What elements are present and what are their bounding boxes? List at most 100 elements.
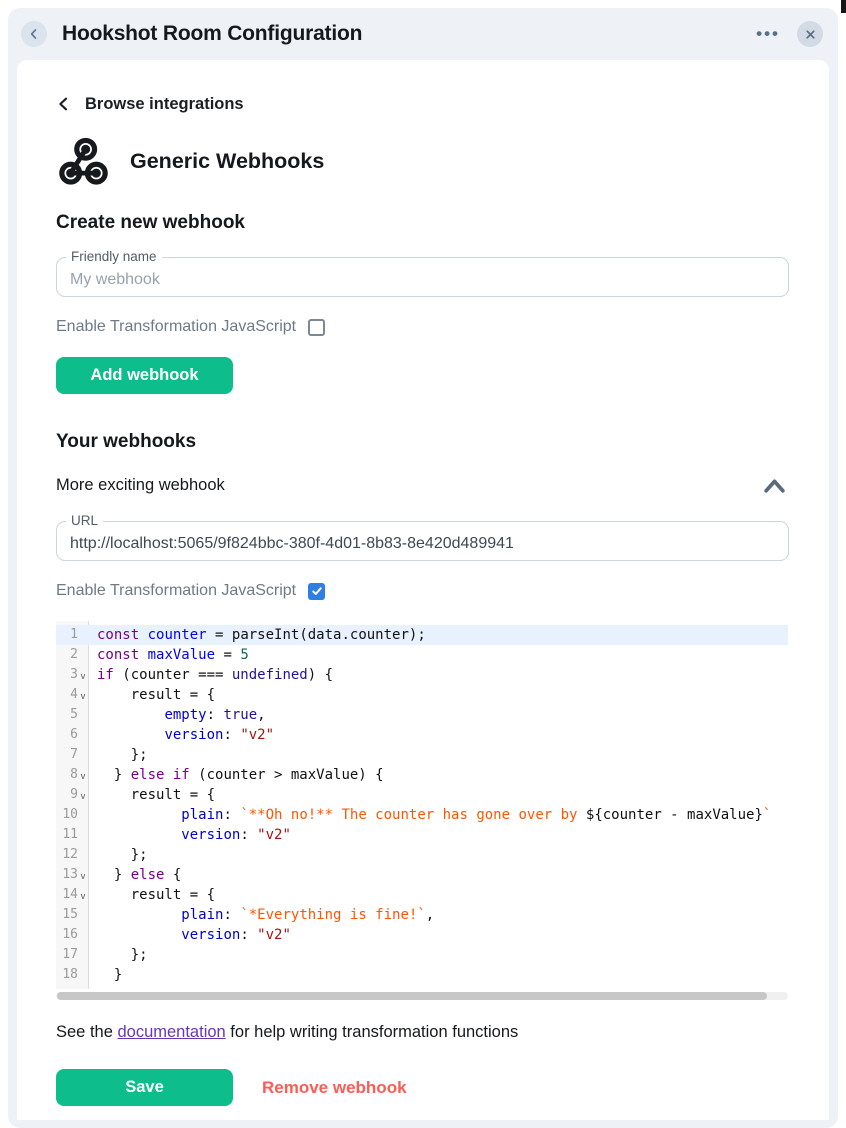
- enable-transform-label: Enable Transformation JavaScript: [56, 318, 296, 336]
- hookshot-config-modal: Hookshot Room Configuration ••• Browse i…: [8, 8, 838, 1128]
- code-editor-rows: 1const counter = parseInt(data.counter);…: [56, 625, 788, 985]
- code-line[interactable]: 14v result = {: [56, 885, 788, 905]
- browse-integrations-link[interactable]: Browse integrations: [56, 94, 244, 114]
- fold-toggle-icon[interactable]: v: [78, 785, 89, 805]
- code-line[interactable]: 2 const maxValue = 5: [56, 645, 788, 665]
- fold-toggle-icon[interactable]: v: [78, 685, 89, 705]
- fold-toggle-icon[interactable]: v: [78, 885, 89, 905]
- fold-gutter: [78, 925, 89, 945]
- code-text[interactable]: plain: `*Everything is fine!`,: [89, 905, 788, 925]
- create-webhook-title: Create new webhook: [56, 212, 789, 234]
- modal-close-button[interactable]: [797, 21, 823, 47]
- fold-gutter: [78, 725, 89, 745]
- overflow-menu-button[interactable]: •••: [756, 24, 780, 44]
- code-text[interactable]: version: "v2": [89, 925, 788, 945]
- fold-gutter: [78, 945, 89, 965]
- code-line[interactable]: 11 version: "v2": [56, 825, 788, 845]
- code-line[interactable]: 6 version: "v2": [56, 725, 788, 745]
- fold-gutter: [78, 965, 89, 985]
- fold-gutter: [78, 805, 89, 825]
- fold-toggle-icon[interactable]: v: [78, 865, 89, 885]
- line-number: 13: [56, 865, 78, 885]
- code-line[interactable]: 13v } else {: [56, 865, 788, 885]
- code-line[interactable]: 12 };: [56, 845, 788, 865]
- enable-transform-checkbox-existing[interactable]: [308, 583, 325, 600]
- code-line[interactable]: 18 }: [56, 965, 788, 985]
- code-text[interactable]: if (counter === undefined) {: [89, 665, 788, 685]
- modal-header: Hookshot Room Configuration •••: [8, 8, 838, 60]
- line-number: 6: [56, 725, 78, 745]
- enable-transform-checkbox[interactable]: [308, 319, 325, 336]
- modal-back-button[interactable]: [21, 21, 47, 47]
- code-text[interactable]: };: [89, 745, 788, 765]
- integration-header: Generic Webhooks: [56, 135, 789, 187]
- code-line[interactable]: 9v result = {: [56, 785, 788, 805]
- code-text[interactable]: const maxValue = 5: [89, 645, 788, 665]
- code-line[interactable]: 16 version: "v2": [56, 925, 788, 945]
- code-text[interactable]: };: [89, 845, 788, 865]
- webhook-list-item-header[interactable]: More exciting webhook: [56, 476, 789, 495]
- code-text[interactable]: plain: `**Oh no!** The counter has gone …: [89, 805, 788, 825]
- line-number: 5: [56, 705, 78, 725]
- line-number: 4: [56, 685, 78, 705]
- add-webhook-button[interactable]: Add webhook: [56, 357, 233, 394]
- save-button[interactable]: Save: [56, 1069, 233, 1106]
- help-suffix: for help writing transformation function…: [226, 1023, 519, 1041]
- code-line[interactable]: 17 };: [56, 945, 788, 965]
- code-line[interactable]: 4v result = {: [56, 685, 788, 705]
- overflow-menu-icon: •••: [756, 24, 780, 43]
- friendly-name-label: Friendly name: [66, 248, 162, 267]
- modal-title: Hookshot Room Configuration: [62, 22, 362, 46]
- remove-webhook-button[interactable]: Remove webhook: [262, 1078, 407, 1098]
- line-number: 18: [56, 965, 78, 985]
- code-line[interactable]: 10 plain: `**Oh no!** The counter has go…: [56, 805, 788, 825]
- modal-body: Browse integrations: [17, 60, 829, 1120]
- code-line[interactable]: 8v } else if (counter > maxValue) {: [56, 765, 788, 785]
- friendly-name-input[interactable]: [57, 258, 788, 296]
- code-text[interactable]: version: "v2": [89, 825, 788, 845]
- line-number: 11: [56, 825, 78, 845]
- chevron-up-icon[interactable]: [762, 477, 789, 494]
- code-line[interactable]: 15 plain: `*Everything is fine!`,: [56, 905, 788, 925]
- code-text[interactable]: };: [89, 945, 788, 965]
- code-text[interactable]: result = {: [89, 685, 788, 705]
- line-number: 9: [56, 785, 78, 805]
- code-text[interactable]: result = {: [89, 885, 788, 905]
- fold-gutter: [78, 845, 89, 865]
- fold-toggle-icon[interactable]: v: [78, 765, 89, 785]
- webhook-actions: Save Remove webhook: [56, 1069, 789, 1106]
- line-number: 10: [56, 805, 78, 825]
- code-text[interactable]: result = {: [89, 785, 788, 805]
- fold-toggle-icon[interactable]: v: [78, 665, 89, 685]
- line-number: 3: [56, 665, 78, 685]
- code-text[interactable]: } else {: [89, 865, 788, 885]
- code-line[interactable]: 5 empty: true,: [56, 705, 788, 725]
- code-line[interactable]: 7 };: [56, 745, 788, 765]
- help-prefix: See the: [56, 1023, 117, 1041]
- code-text[interactable]: } else if (counter > maxValue) {: [89, 765, 788, 785]
- line-number: 12: [56, 845, 78, 865]
- webhook-name: More exciting webhook: [56, 476, 225, 495]
- fold-gutter: [78, 645, 89, 665]
- editor-horizontal-scrollbar[interactable]: [56, 992, 788, 1000]
- webhook-url-field: URL: [56, 521, 789, 561]
- code-text[interactable]: empty: true,: [89, 705, 788, 725]
- fold-gutter: [78, 825, 89, 845]
- browse-integrations-label: Browse integrations: [85, 95, 244, 114]
- code-line[interactable]: 3vif (counter === undefined) {: [56, 665, 788, 685]
- code-text[interactable]: version: "v2": [89, 725, 788, 745]
- documentation-link[interactable]: documentation: [117, 1023, 225, 1041]
- code-text[interactable]: }: [89, 965, 788, 985]
- line-number: 14: [56, 885, 78, 905]
- editor-bottom-padding: [56, 985, 788, 989]
- line-number: 2: [56, 645, 78, 665]
- code-text[interactable]: const counter = parseInt(data.counter);: [89, 625, 788, 645]
- enable-transform-row-existing: Enable Transformation JavaScript: [56, 582, 789, 600]
- checkmark-icon: [311, 585, 323, 597]
- code-line[interactable]: 1const counter = parseInt(data.counter);: [56, 625, 788, 645]
- webhook-url-input[interactable]: [57, 522, 788, 560]
- scrollbar-thumb[interactable]: [57, 992, 767, 1000]
- code-editor[interactable]: 1const counter = parseInt(data.counter);…: [56, 621, 788, 1000]
- fold-gutter: [78, 705, 89, 725]
- line-number: 16: [56, 925, 78, 945]
